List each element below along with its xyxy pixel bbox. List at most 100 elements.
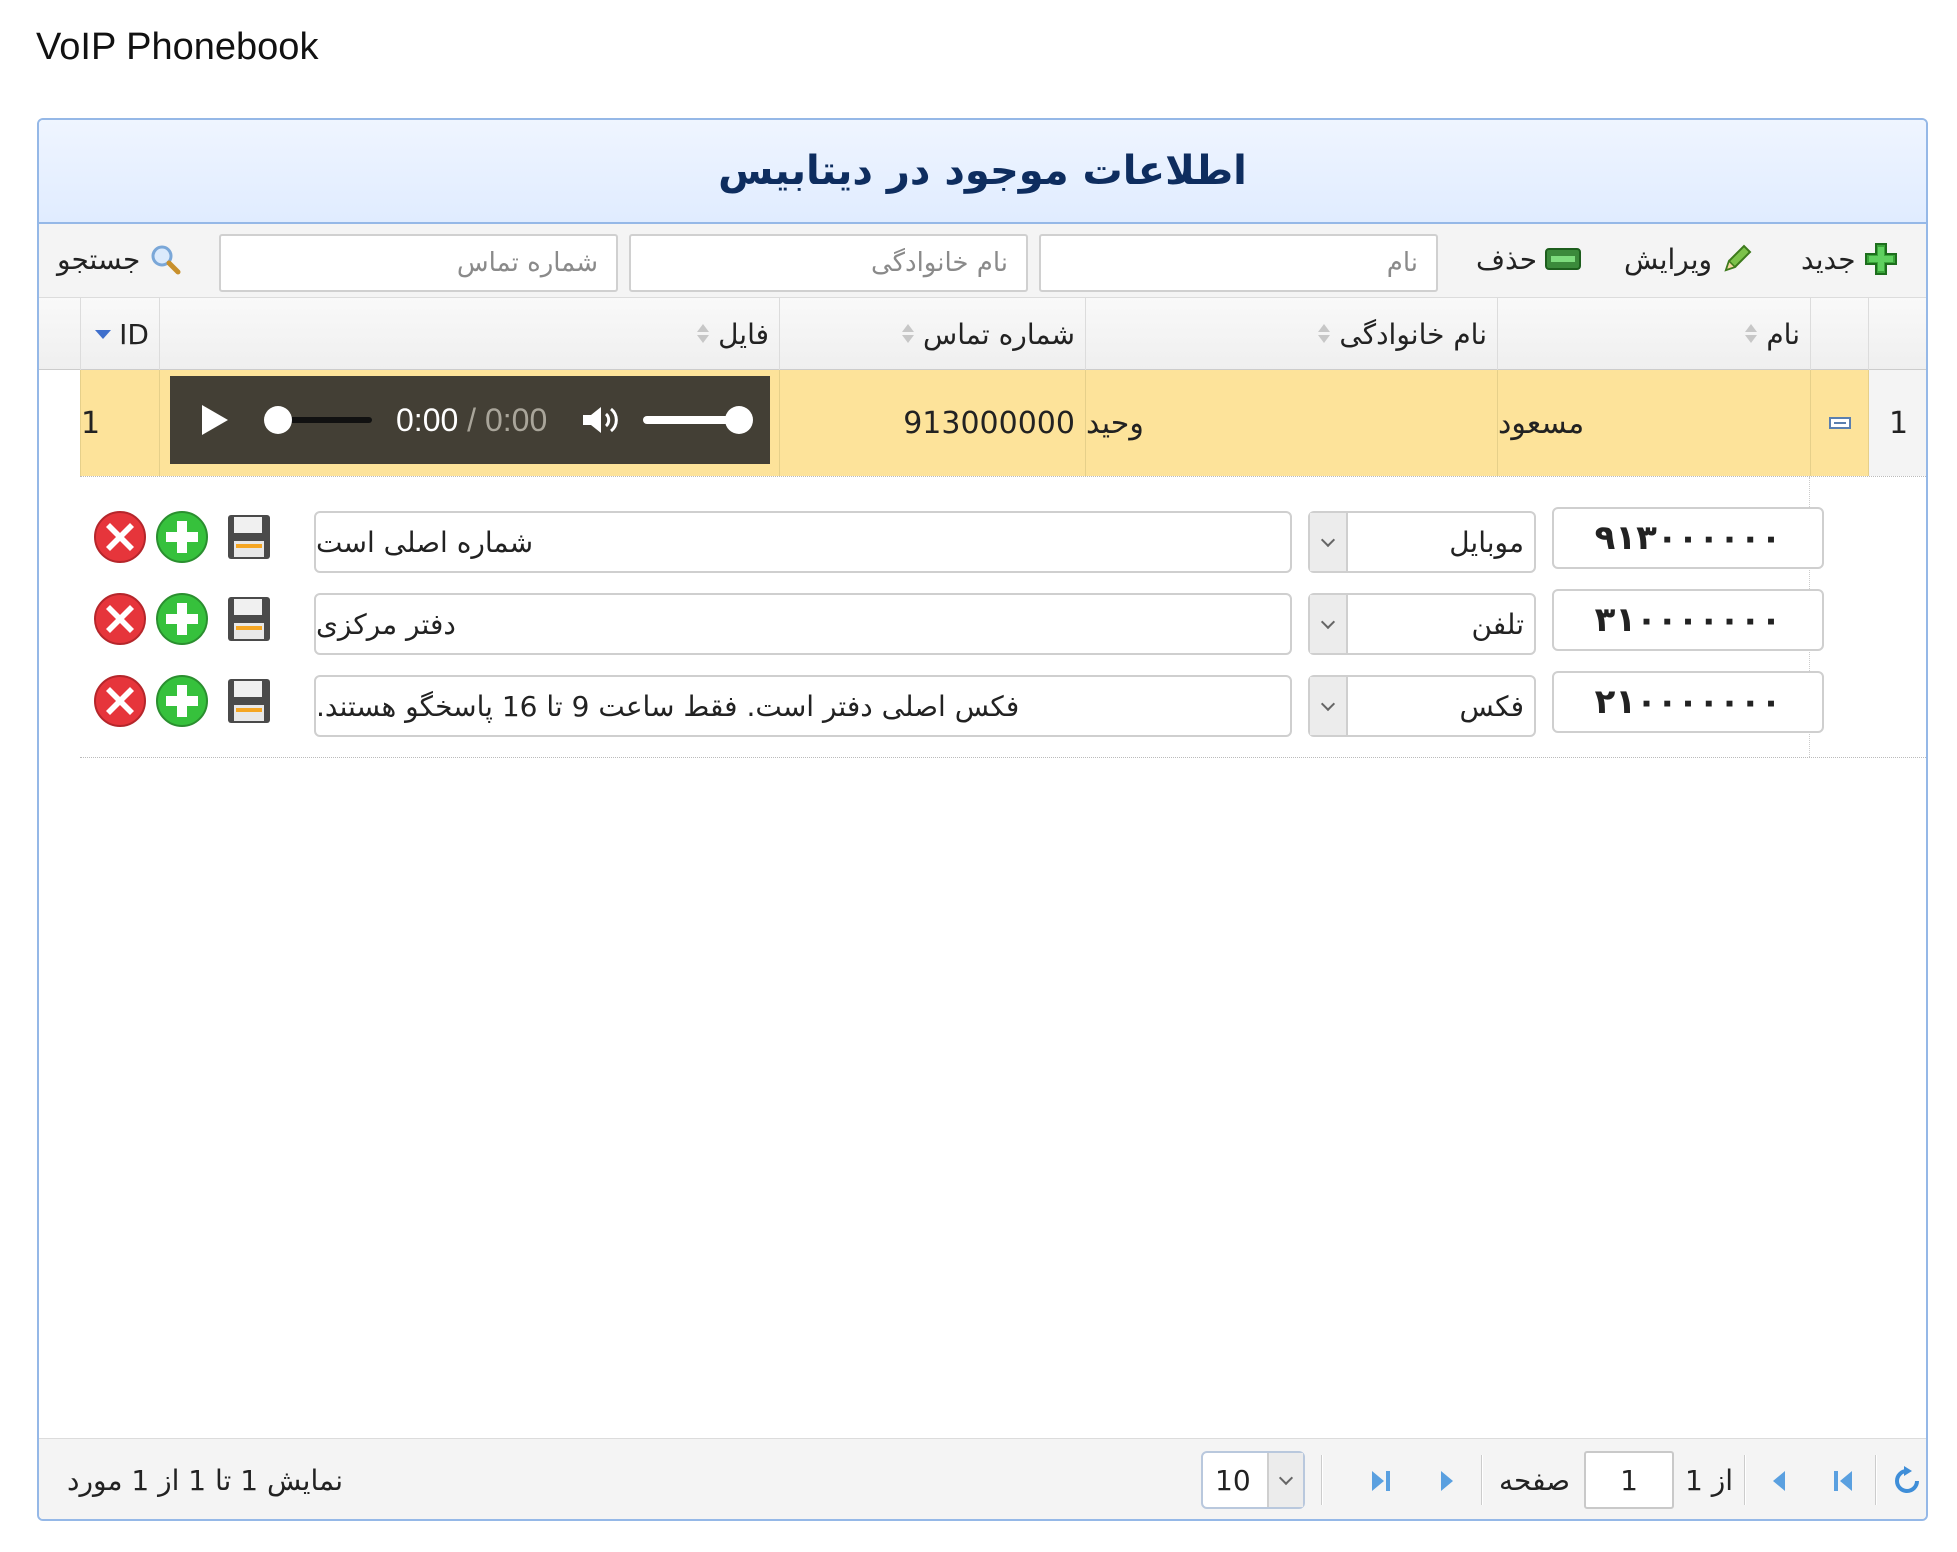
- number-field[interactable]: ۲۱۰۰۰۰۰۰۰: [1552, 671, 1824, 733]
- add-icon[interactable]: [154, 673, 210, 729]
- last-page-button[interactable]: [1369, 1439, 1393, 1519]
- page-number-input[interactable]: [1584, 1451, 1674, 1509]
- type-value: تلفن: [1471, 607, 1524, 641]
- detail-panel: ۹۱۳۰۰۰۰۰۰ موبایل شماره اصلی است ۳۱۰۰۰۰۰۰…: [80, 476, 1926, 758]
- pager-separator: [1744, 1455, 1746, 1505]
- column-header-last-name[interactable]: نام خانوادگی: [1085, 298, 1497, 370]
- delete-icon[interactable]: [92, 509, 148, 565]
- delete-label: حذف: [1476, 242, 1538, 276]
- number-field[interactable]: ۹۱۳۰۰۰۰۰۰: [1552, 507, 1824, 569]
- chevron-down-icon[interactable]: [1310, 595, 1348, 653]
- column-header-last-name-label: نام خانوادگی: [1339, 317, 1487, 351]
- phone-entry: ۲۱۰۰۰۰۰۰۰ فکس فکس اصلی دفتر است. فقط ساع…: [80, 671, 1926, 737]
- sort-icon: [1744, 323, 1758, 345]
- new-button[interactable]: جدید: [1801, 238, 1898, 280]
- phone-search-input[interactable]: [219, 234, 618, 292]
- prev-page-icon: [1773, 1470, 1785, 1491]
- column-header-rownum: [1868, 298, 1926, 370]
- description-field[interactable]: دفتر مرکزی: [314, 593, 1292, 655]
- audio-player[interactable]: 0:00 / 0:00: [170, 376, 770, 464]
- cell-phone: 913000000: [779, 370, 1085, 476]
- table-row[interactable]: 1 0:00 / 0:00 913000000 وحید مسعود 1: [39, 370, 1926, 476]
- column-header-file-label: فایل: [718, 317, 769, 351]
- last-name-search-input[interactable]: [629, 234, 1028, 292]
- duration-time: 0:00: [484, 401, 548, 438]
- sort-icon: [1317, 323, 1331, 345]
- page-size-value: 10: [1215, 1463, 1251, 1497]
- sort-icon: [696, 323, 710, 345]
- phone-entry: ۳۱۰۰۰۰۰۰۰ تلفن دفتر مرکزی: [80, 589, 1926, 655]
- chevron-down-icon[interactable]: [1310, 513, 1348, 571]
- sort-desc-icon: [95, 329, 112, 339]
- description-field[interactable]: شماره اصلی است: [314, 511, 1292, 573]
- save-icon[interactable]: [220, 509, 276, 565]
- search-icon: [151, 245, 181, 275]
- type-value: فکس: [1459, 689, 1524, 723]
- column-header-id-label: ID: [119, 317, 149, 351]
- chevron-down-icon[interactable]: [1267, 1453, 1303, 1507]
- first-page-icon: [1834, 1470, 1852, 1491]
- delete-icon[interactable]: [92, 591, 148, 647]
- next-page-button[interactable]: [1437, 1439, 1457, 1519]
- time-display: 0:00 / 0:00: [396, 402, 547, 439]
- save-icon[interactable]: [220, 591, 276, 647]
- delete-button[interactable]: حذف: [1476, 238, 1582, 280]
- phone-entry: ۹۱۳۰۰۰۰۰۰ موبایل شماره اصلی است: [80, 507, 1926, 573]
- refresh-icon: [1895, 1465, 1919, 1493]
- collapse-toggle[interactable]: [1810, 370, 1868, 476]
- pager-separator: [1481, 1455, 1483, 1505]
- description-field[interactable]: فکس اصلی دفتر است. فقط ساعت 9 تا 16 پاسخ…: [314, 675, 1292, 737]
- collapse-icon: [1828, 417, 1851, 429]
- first-page-button[interactable]: [1831, 1439, 1855, 1519]
- type-select[interactable]: تلفن: [1308, 593, 1536, 655]
- page-size-select[interactable]: 10: [1201, 1451, 1305, 1509]
- pager-separator: [1321, 1455, 1323, 1505]
- volume-slider[interactable]: [643, 406, 754, 434]
- row-gap: [39, 370, 80, 476]
- chevron-down-icon[interactable]: [1310, 677, 1348, 735]
- app-title: VoIP Phonebook: [36, 26, 319, 68]
- edit-label: ویرایش: [1624, 242, 1713, 276]
- search-button[interactable]: جستجو: [57, 238, 182, 280]
- column-header-id[interactable]: ID: [80, 298, 159, 370]
- seek-bar[interactable]: [264, 406, 372, 434]
- panel-title: اطلاعات موجود در دیتابیس: [718, 148, 1247, 194]
- add-icon[interactable]: [154, 509, 210, 565]
- next-page-icon: [1441, 1470, 1453, 1491]
- cell-last-name: وحید: [1085, 370, 1497, 476]
- first-name-search-input[interactable]: [1039, 234, 1438, 292]
- cell-row-number: 1: [1868, 370, 1926, 476]
- refresh-button[interactable]: [1893, 1439, 1921, 1519]
- time-separator: /: [467, 401, 477, 438]
- type-select[interactable]: فکس: [1308, 675, 1536, 737]
- type-select[interactable]: موبایل: [1308, 511, 1536, 573]
- seek-knob[interactable]: [264, 406, 292, 434]
- column-header-first-name[interactable]: نام: [1497, 298, 1810, 370]
- panel-header: اطلاعات موجود در دیتابیس: [39, 120, 1926, 224]
- column-header-expand: [1810, 298, 1868, 370]
- number-field[interactable]: ۳۱۰۰۰۰۰۰۰: [1552, 589, 1824, 651]
- volume-icon[interactable]: [581, 404, 621, 436]
- search-label: جستجو: [57, 242, 141, 276]
- play-icon[interactable]: [202, 405, 228, 435]
- page-label: صفحه: [1499, 1464, 1571, 1497]
- cell-id: 1: [80, 370, 159, 476]
- column-header-file[interactable]: فایل: [159, 298, 779, 370]
- page-of-label: از 1: [1685, 1464, 1734, 1497]
- minus-icon: [1545, 248, 1582, 270]
- last-page-icon: [1372, 1470, 1390, 1491]
- pager: نمایش 1 تا 1 از 1 مورد 10 صفحه از 1: [39, 1438, 1926, 1519]
- phonebook-panel: اطلاعات موجود در دیتابیس جدید ویرایش حذف…: [37, 118, 1928, 1521]
- column-header-phone-label: شماره تماس: [923, 317, 1075, 351]
- volume-knob[interactable]: [725, 406, 754, 434]
- delete-icon[interactable]: [92, 673, 148, 729]
- save-icon[interactable]: [220, 673, 276, 729]
- pager-summary: نمایش 1 تا 1 از 1 مورد: [67, 1464, 343, 1497]
- sort-icon: [901, 323, 915, 345]
- add-icon[interactable]: [154, 591, 210, 647]
- prev-page-button[interactable]: [1769, 1439, 1789, 1519]
- edit-button[interactable]: ویرایش: [1624, 238, 1754, 280]
- pencil-icon: [1724, 244, 1752, 272]
- pager-separator: [1875, 1455, 1877, 1505]
- column-header-phone[interactable]: شماره تماس: [779, 298, 1085, 370]
